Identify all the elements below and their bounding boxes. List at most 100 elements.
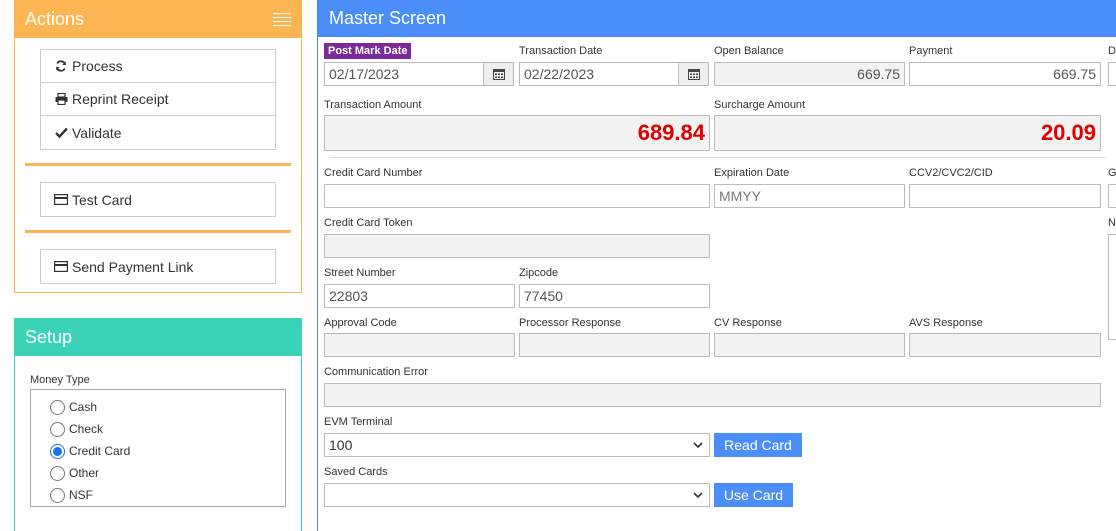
radio-label: Credit Card bbox=[69, 444, 131, 458]
credit-card-icon bbox=[54, 194, 68, 205]
radio-check[interactable] bbox=[50, 421, 65, 437]
payment-input[interactable]: 669.75 bbox=[909, 62, 1101, 86]
transaction-date-label: Transaction Date bbox=[519, 45, 603, 57]
money-type-option-nsf[interactable]: NSF bbox=[50, 484, 285, 506]
money-type-option-other[interactable]: Other bbox=[50, 462, 285, 484]
open-balance-field: 669.75 bbox=[714, 62, 905, 86]
test-card-button[interactable]: Test Card bbox=[41, 183, 275, 216]
credit-card-token-field bbox=[324, 234, 710, 258]
credit-card-number-label: Credit Card Number bbox=[324, 167, 423, 179]
post-mark-date-input[interactable]: 02/17/2023 bbox=[324, 62, 484, 86]
actions-divider bbox=[25, 230, 291, 233]
radio-nsf[interactable] bbox=[50, 487, 65, 503]
approval-code-label: Approval Code bbox=[324, 317, 397, 329]
master-screen-title: Master Screen bbox=[329, 8, 447, 28]
avs-response-label: AVS Response bbox=[909, 317, 983, 329]
process-label: Process bbox=[72, 58, 123, 74]
truncated-label: N bbox=[1108, 217, 1116, 229]
actions-header: Actions bbox=[15, 1, 301, 38]
truncated-label: G bbox=[1108, 167, 1116, 179]
truncated-input[interactable] bbox=[1108, 62, 1116, 86]
evm-terminal-value: 100 bbox=[329, 437, 353, 453]
processor-response-label: Processor Response bbox=[519, 317, 622, 329]
cv-response-label: CV Response bbox=[714, 317, 782, 329]
ccv-label: CCV2/CVC2/CID bbox=[909, 167, 993, 179]
credit-card-number-input[interactable] bbox=[324, 184, 710, 208]
surcharge-amount-field: 20.09 bbox=[714, 115, 1101, 151]
money-type-group: Cash Check Credit Card Other NSF bbox=[30, 389, 286, 507]
validate-button[interactable]: Validate bbox=[41, 116, 275, 149]
radio-label: Other bbox=[69, 466, 100, 480]
communication-error-label: Communication Error bbox=[324, 366, 428, 378]
cv-response-field bbox=[714, 333, 905, 357]
radio-label: Cash bbox=[69, 400, 98, 414]
test-card-label: Test Card bbox=[72, 191, 132, 208]
transaction-date-input[interactable]: 02/22/2023 bbox=[519, 62, 679, 86]
actions-divider bbox=[25, 163, 291, 166]
setup-panel: Setup Money Type Cash Check Credit Card … bbox=[14, 318, 302, 531]
notes-textarea[interactable] bbox=[1108, 234, 1116, 340]
processor-response-field bbox=[519, 333, 710, 357]
evm-terminal-select[interactable]: 100 bbox=[324, 433, 710, 457]
evm-terminal-label: EVM Terminal bbox=[324, 416, 393, 428]
zipcode-input[interactable]: 77450 bbox=[519, 284, 710, 308]
actions-title: Actions bbox=[25, 9, 85, 29]
setup-header: Setup bbox=[15, 319, 301, 356]
transaction-amount-field: 689.84 bbox=[324, 115, 710, 151]
printer-icon bbox=[54, 93, 68, 105]
send-payment-link-label: Send Payment Link bbox=[72, 258, 194, 275]
radio-credit-card[interactable] bbox=[50, 443, 65, 459]
reprint-receipt-label: Reprint Receipt bbox=[72, 91, 169, 107]
read-card-button[interactable]: Read Card bbox=[714, 433, 802, 457]
zipcode-label: Zipcode bbox=[519, 267, 559, 279]
payment-label: Payment bbox=[909, 45, 953, 57]
calendar-icon[interactable] bbox=[484, 62, 514, 86]
expiration-date-placeholder: MMYY bbox=[719, 188, 761, 204]
hamburger-menu-icon[interactable] bbox=[273, 12, 291, 27]
send-link-group: Send Payment Link bbox=[40, 249, 276, 284]
section-divider bbox=[330, 157, 1106, 158]
truncated-label: D bbox=[1108, 45, 1116, 57]
open-balance-label: Open Balance bbox=[714, 45, 784, 57]
credit-card-icon bbox=[54, 261, 68, 272]
communication-error-field bbox=[324, 383, 1101, 407]
checkmark-icon bbox=[54, 127, 68, 138]
avs-response-field bbox=[909, 333, 1101, 357]
money-type-option-check[interactable]: Check bbox=[50, 418, 285, 440]
radio-other[interactable] bbox=[50, 465, 65, 481]
radio-cash[interactable] bbox=[50, 399, 65, 415]
money-type-label: Money Type bbox=[30, 374, 90, 386]
setup-title: Setup bbox=[25, 327, 73, 347]
test-card-group: Test Card bbox=[40, 182, 276, 217]
send-payment-link-button[interactable]: Send Payment Link bbox=[41, 250, 275, 283]
use-card-button[interactable]: Use Card bbox=[714, 483, 793, 507]
chevron-down-icon bbox=[691, 492, 705, 498]
credit-card-token-label: Credit Card Token bbox=[324, 217, 413, 229]
primary-actions-group: Process Reprint Receipt Validate bbox=[40, 49, 276, 150]
actions-panel: Actions Process Reprint Receipt Validate bbox=[14, 0, 302, 293]
calendar-icon[interactable] bbox=[679, 62, 709, 86]
street-number-label: Street Number bbox=[324, 267, 396, 279]
radio-label: NSF bbox=[69, 488, 93, 502]
approval-code-field bbox=[324, 333, 515, 357]
expiration-date-input[interactable]: MMYY bbox=[714, 184, 905, 208]
transaction-amount-label: Transaction Amount bbox=[324, 99, 422, 111]
street-number-input[interactable]: 22803 bbox=[324, 284, 515, 308]
truncated-input[interactable] bbox=[1108, 184, 1116, 208]
saved-cards-select[interactable] bbox=[324, 483, 710, 507]
radio-label: Check bbox=[69, 422, 104, 436]
money-type-option-cash[interactable]: Cash bbox=[50, 396, 285, 418]
chevron-down-icon bbox=[691, 442, 705, 448]
post-mark-date-label: Post Mark Date bbox=[324, 43, 412, 59]
refresh-icon bbox=[54, 60, 68, 72]
ccv-input[interactable] bbox=[909, 184, 1101, 208]
surcharge-amount-label: Surcharge Amount bbox=[714, 99, 806, 111]
master-screen-panel: Master Screen Post Mark Date 02/17/2023 … bbox=[317, 0, 1116, 531]
validate-label: Validate bbox=[72, 124, 122, 141]
reprint-receipt-button[interactable]: Reprint Receipt bbox=[41, 83, 275, 116]
expiration-date-label: Expiration Date bbox=[714, 167, 790, 179]
money-type-option-credit-card[interactable]: Credit Card bbox=[50, 440, 285, 462]
saved-cards-label: Saved Cards bbox=[324, 466, 388, 478]
master-screen-header: Master Screen bbox=[318, 0, 1116, 37]
process-button[interactable]: Process bbox=[41, 50, 275, 83]
